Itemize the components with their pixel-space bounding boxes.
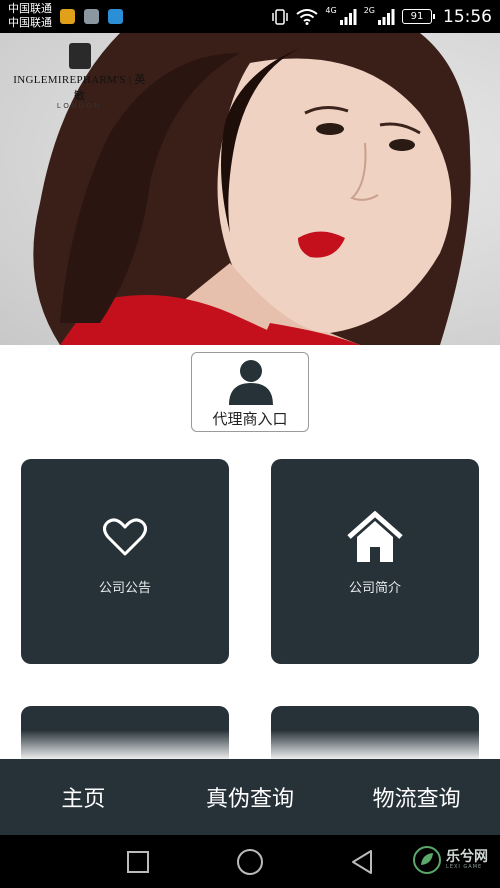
- brand-name: INGLEMIREPHARM'S | 英敏: [13, 74, 146, 102]
- watermark-sub: LEXI GAME: [446, 864, 483, 870]
- lock-notification-icon: [60, 9, 75, 24]
- network-type-2: 2G: [363, 6, 375, 15]
- hero-banner: INGLEMIREPHARM'S | 英敏 LONDON: [0, 33, 500, 345]
- wifi-icon: [296, 8, 319, 25]
- system-nav-bar: 乐兮网 LEXI GAME: [0, 835, 500, 888]
- agent-entry-label: 代理商入口: [212, 410, 288, 428]
- watermark: 乐兮网 LEXI GAME: [412, 845, 488, 875]
- brand-location: LONDON: [57, 103, 102, 110]
- user-icon: [229, 360, 273, 405]
- network-type-1: 4G: [325, 6, 337, 15]
- watermark-text: 乐兮网: [446, 849, 488, 865]
- agent-entry-button[interactable]: 代理商入口: [191, 352, 309, 432]
- scroll-fade: [0, 730, 500, 760]
- home-nav-button[interactable]: [220, 835, 280, 888]
- message-notification-icon: [108, 9, 123, 24]
- battery-icon: 91: [402, 9, 435, 24]
- square-icon: [127, 850, 149, 873]
- status-right: 4G 2G 91 15:56: [271, 0, 492, 33]
- carrier-1: 中国联通: [8, 2, 52, 15]
- back-nav-button[interactable]: [332, 835, 392, 888]
- back-triangle-icon: [352, 849, 372, 874]
- carrier-labels: 中国联通 中国联通: [8, 2, 52, 30]
- tab-logistics-check[interactable]: 物流查询: [333, 759, 500, 835]
- tab-authenticity-check[interactable]: 真伪查询: [167, 759, 334, 835]
- recent-apps-button[interactable]: [108, 835, 168, 888]
- gallery-notification-icon: [84, 9, 99, 24]
- heart-icon: [21, 517, 229, 557]
- tab-home[interactable]: 主页: [0, 759, 167, 835]
- tile-company-notice[interactable]: 公司公告: [21, 459, 229, 664]
- tile-company-intro[interactable]: 公司简介: [271, 459, 479, 664]
- leaf-logo-icon: [413, 846, 441, 874]
- signal-icon-1: [339, 8, 357, 25]
- tile-label: 公司简介: [348, 581, 401, 596]
- tile-label: 公司公告: [98, 581, 151, 596]
- battery-level: 91: [410, 11, 424, 22]
- brand-logo-icon: [68, 43, 91, 69]
- signal-icon-2: [378, 8, 395, 25]
- notification-icons: [60, 9, 123, 24]
- clock: 15:56: [443, 6, 492, 27]
- brand-logo-block: INGLEMIREPHARM'S | 英敏 LONDON: [12, 43, 147, 110]
- status-bar: 中国联通 中国联通 4G 2G 91 15:56: [0, 0, 500, 33]
- vibrate-icon: [272, 8, 289, 25]
- bottom-tab-bar: 主页 真伪查询 物流查询: [0, 759, 500, 835]
- home-icon: [271, 511, 479, 563]
- circle-icon: [237, 848, 263, 875]
- carrier-2: 中国联通: [8, 16, 52, 29]
